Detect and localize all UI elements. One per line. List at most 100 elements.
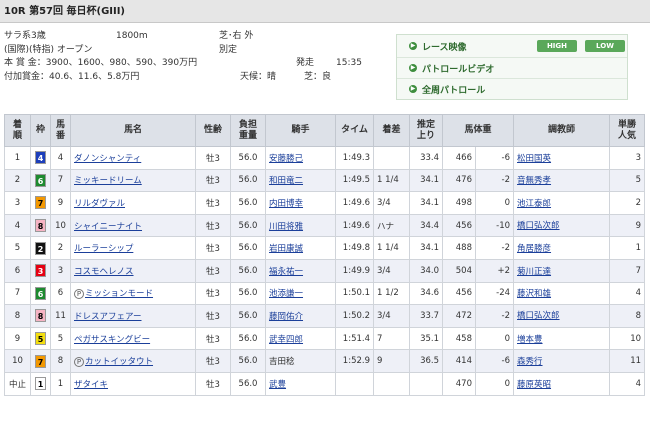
- cell-weight: 56.0: [230, 281, 266, 306]
- cell-weight: 56.0: [230, 213, 266, 238]
- cell-trainer[interactable]: 松田国英: [513, 146, 611, 170]
- cell-jockey[interactable]: 武幸四郎: [265, 326, 336, 351]
- pedigree-mark-icon: P: [74, 288, 84, 299]
- cell-jockey[interactable]: 内田博幸: [265, 191, 336, 215]
- cell-waku: 4: [30, 146, 51, 170]
- cell-sex-age: 牡3: [195, 146, 231, 170]
- horse-name-link[interactable]: ミッションモード: [85, 289, 153, 299]
- cell-horse-number: 10: [50, 213, 71, 238]
- cell-jockey[interactable]: 福永祐一: [265, 258, 336, 283]
- cell-margin: 9: [373, 349, 410, 373]
- cell-trainer[interactable]: 増本豊: [513, 326, 611, 351]
- waku-badge: 1: [35, 377, 46, 391]
- table-row: 7 6 6 P ミッションモード 牡3 56.0 池添謙一 1:50.1 1 1/2 34.6 456…: [4, 281, 646, 306]
- cell-popularity: 1: [609, 236, 646, 260]
- cell-horse-number: 7: [50, 168, 71, 193]
- cell-waku: 7: [30, 191, 51, 215]
- race-video-label: レース映像: [422, 43, 467, 53]
- patrol-video-row[interactable]: ▶ パトロールビデオ: [397, 57, 627, 77]
- cell-horse-name[interactable]: ザタイキ: [70, 371, 196, 396]
- table-row: 4 8 10 シャイニーナイト 牡3 56.0 川田将雅 1:49.6 ハナ 34.4 456 -10…: [4, 213, 646, 238]
- cell-time: 1:50.2: [335, 304, 374, 328]
- header-sex-age: 性齢: [195, 114, 231, 147]
- cell-body-weight: 498: [442, 191, 476, 215]
- waku-badge: 7: [35, 354, 46, 368]
- cell-trainer[interactable]: 菊川正達: [513, 258, 611, 283]
- waku-badge: 8: [35, 309, 46, 323]
- cell-time: 1:52.9: [335, 349, 374, 373]
- weight-rule: 別定: [219, 44, 238, 55]
- cell-popularity: 4: [609, 371, 646, 396]
- prize-money: 本 賞 金：3900、1600、980、590、390万円: [4, 58, 198, 68]
- full-patrol-link[interactable]: 全周パトロール: [422, 83, 485, 96]
- cell-horse-number: 3: [50, 258, 71, 283]
- cell-jockey[interactable]: 安藤勝己: [265, 146, 336, 170]
- header-jockey: 騎手: [265, 114, 336, 147]
- cell-margin: 3/4: [373, 304, 410, 328]
- cell-horse-number: 1: [50, 371, 71, 396]
- play-icon: ▶: [409, 64, 417, 72]
- cell-jockey[interactable]: 和田竜二: [265, 168, 336, 193]
- cell-popularity: 3: [609, 146, 646, 170]
- cell-jockey[interactable]: 池添謙一: [265, 281, 336, 306]
- cell-horse-name[interactable]: ダノンシャンティ: [70, 146, 196, 170]
- table-row: 中止 1 1 ザタイキ 牡3 56.0 武豊 470 0 藤原英昭 4: [4, 371, 646, 396]
- weather-value: 晴: [267, 71, 277, 82]
- cell-trainer[interactable]: 橋口弘次郎: [513, 213, 611, 238]
- cell-sex-age: 牡3: [195, 213, 231, 238]
- cell-waku: 5: [30, 326, 51, 351]
- cell-horse-name[interactable]: ドレスアフェアー: [70, 304, 196, 328]
- cell-trainer[interactable]: 池江泰郎: [513, 191, 611, 215]
- cell-rank: 3: [4, 191, 31, 215]
- header-body-weight: 馬体重: [441, 114, 515, 147]
- cell-horse-name[interactable]: コスモヘレノス: [70, 258, 196, 283]
- cell-horse-name[interactable]: P ミッションモード: [70, 281, 196, 306]
- cell-rank: 1: [4, 146, 31, 170]
- track-value: 良: [322, 71, 332, 82]
- high-quality-button[interactable]: HIGH: [537, 40, 577, 52]
- track-label: 芝：: [304, 71, 323, 82]
- cell-popularity: 8: [609, 304, 646, 328]
- cell-time: 1:51.4: [335, 326, 374, 351]
- cell-trainer[interactable]: 音無秀孝: [513, 168, 611, 193]
- cell-time: 1:49.9: [335, 258, 374, 283]
- cell-sex-age: 牡3: [195, 349, 231, 373]
- cell-horse-name[interactable]: ルーラーシップ: [70, 236, 196, 260]
- cell-popularity: 5: [609, 168, 646, 193]
- cell-horse-name[interactable]: P カットイッタウト: [70, 349, 196, 373]
- cell-margin: [373, 146, 410, 170]
- cell-last3f: 33.7: [409, 304, 443, 328]
- cell-rank: 10: [4, 349, 31, 373]
- cell-jockey[interactable]: 川田将雅: [265, 213, 336, 238]
- cell-jockey[interactable]: 武豊: [265, 371, 336, 396]
- cell-horse-name[interactable]: リルダヴァル: [70, 191, 196, 215]
- cell-last3f: 34.1: [409, 168, 443, 193]
- cell-body-weight: 466: [442, 146, 476, 170]
- cell-rank: 6: [4, 258, 31, 283]
- low-quality-button[interactable]: LOW: [585, 40, 625, 52]
- header-last3f: 推定 上り: [409, 114, 443, 147]
- horse-name-link[interactable]: カットイッタウト: [85, 357, 153, 367]
- cell-weight-diff: -6: [474, 146, 515, 170]
- cell-weight: 56.0: [230, 304, 266, 328]
- race-title: 10R 第57回 毎日杯(GIII): [0, 0, 650, 23]
- cell-trainer[interactable]: 橋口弘次郎: [513, 304, 611, 328]
- cell-trainer[interactable]: 藤原英昭: [513, 371, 611, 396]
- cell-margin: 7: [373, 326, 410, 351]
- cell-rank: 8: [4, 304, 31, 328]
- cell-horse-name[interactable]: シャイニーナイト: [70, 213, 196, 238]
- cell-waku: 3: [30, 258, 51, 283]
- cell-jockey[interactable]: 藤岡佑介: [265, 304, 336, 328]
- cell-horse-name[interactable]: ペガサスキングビー: [70, 326, 196, 351]
- waku-badge: 3: [35, 264, 46, 278]
- cell-horse-name[interactable]: ミッキードリーム: [70, 168, 196, 193]
- full-patrol-row[interactable]: ▶ 全周パトロール: [397, 78, 627, 98]
- waku-badge: 8: [35, 219, 46, 233]
- cell-trainer[interactable]: 角居勝彦: [513, 236, 611, 260]
- cell-body-weight: 504: [442, 258, 476, 283]
- patrol-video-link[interactable]: パトロールビデオ: [422, 62, 494, 75]
- header-popularity: 単勝 人気: [609, 114, 646, 147]
- cell-trainer[interactable]: 森秀行: [513, 349, 611, 373]
- cell-jockey[interactable]: 岩田康誠: [265, 236, 336, 260]
- cell-trainer[interactable]: 藤沢和雄: [513, 281, 611, 306]
